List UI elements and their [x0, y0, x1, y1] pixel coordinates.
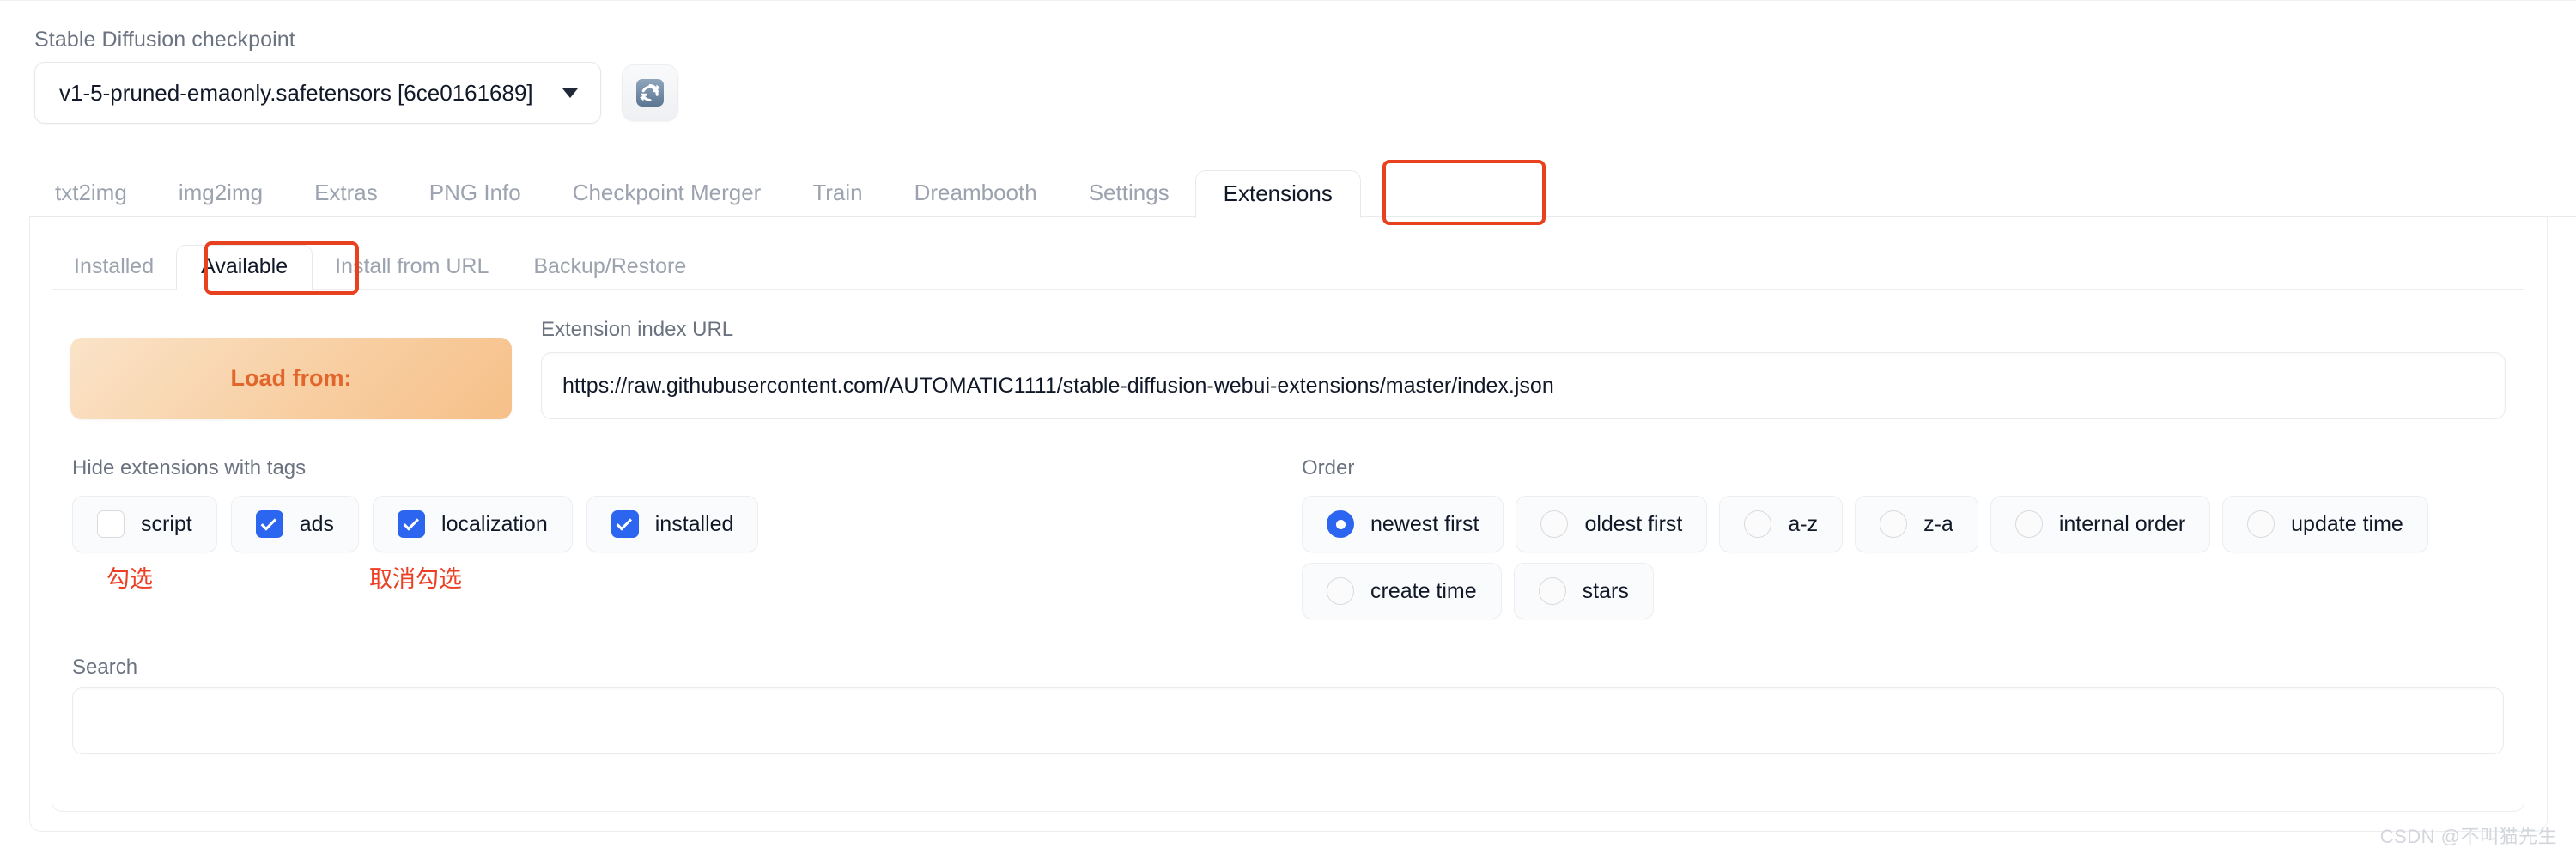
tab-dreambooth[interactable]: Dreambooth — [889, 173, 1063, 212]
checkbox-ads[interactable]: ads — [230, 496, 360, 552]
checkbox-installed[interactable]: installed — [586, 496, 759, 552]
subtab-installed[interactable]: Installed — [52, 247, 176, 286]
checkbox-box-localization[interactable] — [398, 510, 426, 538]
checkpoint-selected-value: v1-5-pruned-emaonly.safetensors [6ce0161… — [59, 79, 533, 106]
radio-label-oldest-first: oldest first — [1584, 511, 1683, 536]
checkbox-box-installed[interactable] — [611, 510, 639, 538]
radio-z-a[interactable]: z-a — [1855, 496, 1978, 552]
search-label: Search — [72, 656, 138, 679]
radio-create-time[interactable]: create time — [1302, 563, 1502, 619]
annotation-check: 勾选 — [106, 566, 153, 592]
tab-extensions[interactable]: Extensions — [1194, 169, 1361, 218]
checkbox-label-script: script — [141, 511, 192, 536]
watermark: CSDN @不叫猫先生 — [2379, 826, 2557, 847]
load-row: Load from: Extension index URL https://r… — [70, 320, 2506, 419]
radio-label-create-time: create time — [1370, 578, 1477, 603]
radio-label-internal-order: internal order — [2058, 511, 2186, 536]
checkpoint-label: Stable Diffusion checkpoint — [34, 27, 295, 52]
extensions-sub-tab-bar: Installed Available Install from URL Bac… — [52, 245, 708, 290]
checkpoint-field: Stable Diffusion checkpoint v1-5-pruned-… — [34, 29, 601, 124]
order-radio-group-row2: create time stars — [1302, 563, 1654, 619]
radio-dot-a-z[interactable] — [1744, 510, 1772, 538]
radio-label-stars: stars — [1582, 578, 1629, 603]
tab-checkpoint-merger[interactable]: Checkpoint Merger — [547, 173, 787, 212]
radio-stars[interactable]: stars — [1513, 563, 1654, 619]
checkbox-label-localization: localization — [441, 511, 548, 536]
checkbox-label-installed: installed — [654, 511, 734, 536]
radio-label-newest-first: newest first — [1370, 511, 1479, 536]
subtab-backup-restore[interactable]: Backup/Restore — [511, 247, 708, 286]
radio-dot-create-time[interactable] — [1327, 577, 1354, 605]
subtab-install-from-url[interactable]: Install from URL — [313, 247, 511, 286]
radio-dot-internal-order[interactable] — [2014, 510, 2043, 538]
radio-dot-oldest-first[interactable] — [1540, 510, 1569, 538]
search-input[interactable] — [72, 687, 2504, 754]
checkpoint-bar: Stable Diffusion checkpoint v1-5-pruned-… — [34, 29, 678, 124]
radio-dot-z-a[interactable] — [1880, 510, 1908, 538]
radio-dot-update-time[interactable] — [2247, 510, 2275, 538]
tab-txt2img[interactable]: txt2img — [29, 173, 153, 212]
extension-index-url-field: Extension index URL https://raw.githubus… — [541, 320, 2506, 419]
tab-train[interactable]: Train — [787, 173, 888, 212]
hide-tags-label: Hide extensions with tags — [72, 456, 307, 479]
radio-label-z-a: z-a — [1923, 511, 1953, 536]
tab-extras[interactable]: Extras — [289, 173, 404, 212]
extension-index-url-label: Extension index URL — [541, 318, 734, 341]
checkbox-label-ads: ads — [299, 511, 335, 536]
top-divider — [0, 0, 2576, 1]
radio-label-update-time: update time — [2291, 511, 2403, 536]
hide-tags-checkbox-group: script ads localization installed — [72, 496, 759, 552]
checkbox-box-ads[interactable] — [255, 510, 283, 538]
annotation-uncheck: 取消勾选 — [369, 566, 462, 592]
radio-dot-stars[interactable] — [1538, 577, 1566, 605]
order-radio-group-row1: newest first oldest first a-z z-a intern… — [1302, 496, 2428, 552]
checkbox-script[interactable]: script — [72, 496, 217, 552]
main-tab-bar: txt2img img2img Extras PNG Info Checkpoi… — [0, 168, 2576, 218]
load-from-button[interactable]: Load from: — [70, 338, 512, 419]
radio-newest-first[interactable]: newest first — [1302, 496, 1504, 552]
refresh-checkpoints-button[interactable] — [622, 64, 678, 121]
radio-a-z[interactable]: a-z — [1719, 496, 1844, 552]
chevron-down-icon — [562, 88, 578, 98]
radio-update-time[interactable]: update time — [2222, 496, 2428, 552]
checkbox-box-script[interactable] — [97, 510, 125, 538]
order-label: Order — [1302, 456, 1355, 479]
tab-png-info[interactable]: PNG Info — [404, 173, 547, 212]
radio-oldest-first[interactable]: oldest first — [1516, 496, 1708, 552]
refresh-icon — [636, 79, 664, 107]
checkbox-localization[interactable]: localization — [373, 496, 573, 552]
app-root: Stable Diffusion checkpoint v1-5-pruned-… — [0, 0, 2576, 854]
checkpoint-dropdown[interactable]: v1-5-pruned-emaonly.safetensors [6ce0161… — [34, 62, 601, 124]
extension-index-url-input[interactable]: https://raw.githubusercontent.com/AUTOMA… — [541, 352, 2506, 419]
tab-settings[interactable]: Settings — [1063, 173, 1195, 212]
tab-img2img[interactable]: img2img — [153, 173, 289, 212]
subtab-available[interactable]: Available — [176, 245, 313, 290]
radio-label-a-z: a-z — [1788, 511, 1819, 536]
radio-dot-newest-first[interactable] — [1327, 510, 1354, 538]
radio-internal-order[interactable]: internal order — [1990, 496, 2211, 552]
